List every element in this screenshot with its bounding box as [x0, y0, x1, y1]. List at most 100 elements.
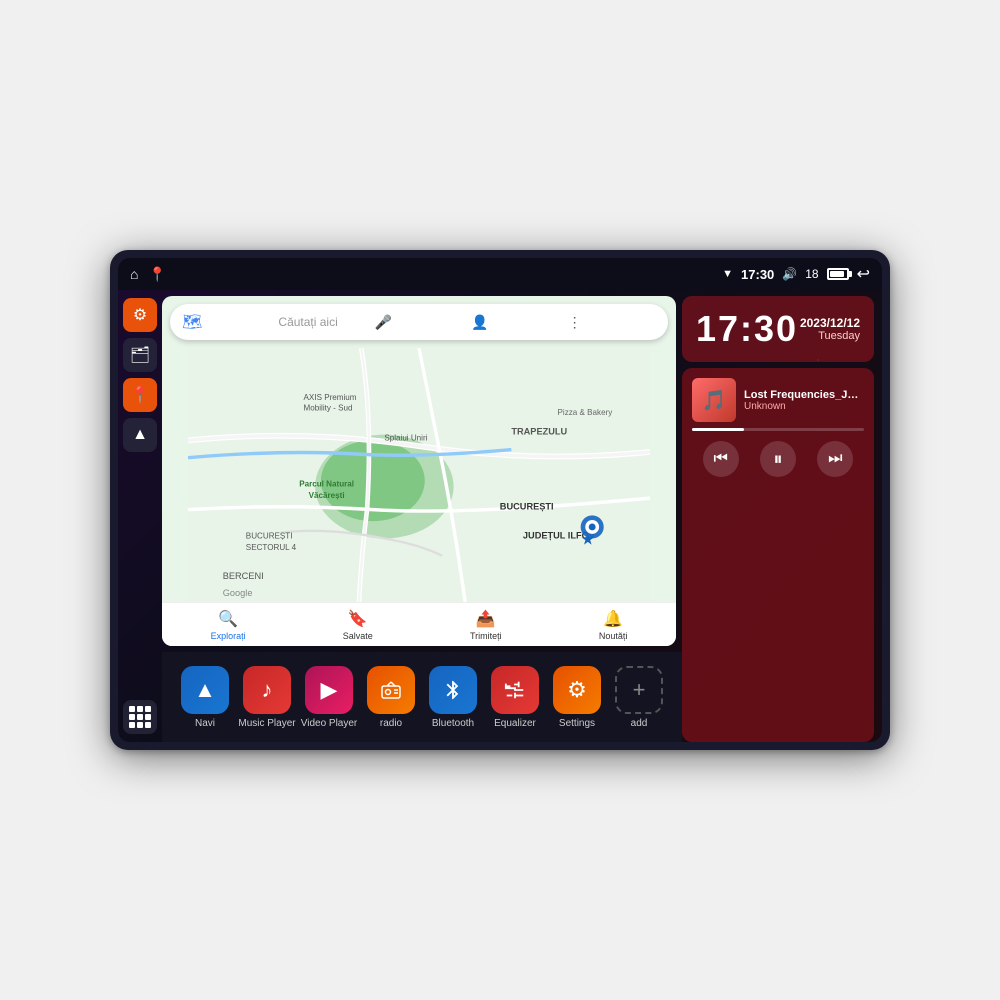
music-controls: ⏮ ⏸ ⏭	[692, 441, 864, 477]
svg-text:BUCUREȘTI: BUCUREȘTI	[500, 502, 554, 512]
right-panel: 17:30 2023/12/12 Tuesday 🎵 Lost Frequenc…	[682, 290, 882, 742]
radio-label: radio	[380, 718, 402, 729]
clock-widget: 17:30 2023/12/12 Tuesday	[682, 296, 874, 362]
svg-text:★: ★	[581, 530, 595, 548]
svg-text:Mobility - Sud: Mobility - Sud	[304, 403, 353, 412]
music-progress-fill	[692, 428, 744, 431]
next-icon: ⏭	[828, 450, 842, 468]
music-title: Lost Frequencies_Janie...	[744, 389, 864, 401]
status-time: 17:30	[741, 267, 774, 282]
send-label: Trimiteți	[470, 631, 502, 641]
device-shell: ⌂ 📍 ▼ 17:30 🔊 18 ↩ ⚙ 🗂	[110, 250, 890, 750]
app-bluetooth[interactable]: Bluetooth	[423, 666, 483, 729]
music-details: Lost Frequencies_Janie... Unknown	[744, 389, 864, 412]
folder-icon: 🗂	[130, 345, 150, 365]
svg-text:Splaiui Uniri: Splaiui Uniri	[384, 433, 427, 442]
app-music-player[interactable]: ♪ Music Player	[237, 666, 297, 729]
saved-label: Salvate	[343, 631, 373, 641]
next-button[interactable]: ⏭	[817, 441, 853, 477]
navi-label: Navi	[195, 718, 215, 729]
svg-text:Parcul Natural: Parcul Natural	[299, 480, 354, 489]
video-player-icon: ▶	[305, 666, 353, 714]
sidebar-nav-btn[interactable]: ▲	[123, 418, 157, 452]
equalizer-icon	[491, 666, 539, 714]
nav-arrow-icon: ▲	[132, 426, 148, 444]
app-equalizer[interactable]: Equalizer	[485, 666, 545, 729]
clock-date: 2023/12/12 Tuesday	[800, 316, 860, 342]
sidebar: ⚙ 🗂 📍 ▲	[118, 290, 162, 742]
app-video-player[interactable]: ▶ Video Player	[299, 666, 359, 729]
center-content: 🗺 Căutați aici 🎤 👤 ⋮	[162, 290, 682, 742]
add-icon: +	[615, 666, 663, 714]
battery-icon	[827, 268, 849, 280]
music-artist: Unknown	[744, 401, 864, 412]
back-icon[interactable]: ↩	[857, 264, 870, 284]
settings-label: Settings	[559, 718, 595, 729]
sidebar-folder-btn[interactable]: 🗂	[123, 338, 157, 372]
explore-icon: 🔍	[218, 609, 238, 629]
svg-text:TRAPEZULU: TRAPEZULU	[511, 427, 567, 437]
music-widget: 🎵 Lost Frequencies_Janie... Unknown ⏮	[682, 368, 874, 742]
map-tab-news[interactable]: 🔔 Noutăți	[599, 609, 628, 641]
status-left: ⌂ 📍	[130, 266, 166, 283]
map-svg: TRAPEZULU Pizza & Bakery Parcul Natural …	[162, 348, 676, 602]
location-pin-icon[interactable]: 📍	[148, 266, 165, 283]
video-player-label: Video Player	[301, 718, 358, 729]
radio-icon	[367, 666, 415, 714]
mic-icon[interactable]: 🎤	[375, 314, 463, 331]
map-pin-icon: 📍	[130, 385, 150, 405]
svg-text:BERCENI: BERCENI	[223, 571, 264, 581]
svg-text:BUCUREȘTI: BUCUREȘTI	[246, 532, 293, 541]
account-icon[interactable]: 👤	[471, 314, 559, 331]
add-label: add	[631, 718, 648, 729]
svg-text:Pizza & Bakery: Pizza & Bakery	[558, 408, 614, 417]
main-content: ⚙ 🗂 📍 ▲	[118, 290, 882, 742]
music-info: 🎵 Lost Frequencies_Janie... Unknown	[692, 378, 864, 422]
equalizer-label: Equalizer	[494, 718, 536, 729]
map-tab-saved[interactable]: 🔖 Salvate	[343, 609, 373, 641]
saved-icon: 🔖	[348, 609, 368, 629]
app-radio[interactable]: radio	[361, 666, 421, 729]
clock-day: Tuesday	[800, 330, 860, 342]
pause-button[interactable]: ⏸	[760, 441, 796, 477]
music-player-icon: ♪	[243, 666, 291, 714]
signal-icon: ▼	[722, 268, 733, 280]
app-dock: ▲ Navi ♪ Music Player ▶ Vid	[162, 652, 682, 742]
settings-icon: ⚙	[553, 666, 601, 714]
map-bottom-bar: 🔍 Explorați 🔖 Salvate 📤 Trimiteți �	[162, 602, 676, 646]
map-content: TRAPEZULU Pizza & Bakery Parcul Natural …	[162, 348, 676, 602]
sidebar-apps-btn[interactable]	[123, 700, 157, 734]
sidebar-settings-btn[interactable]: ⚙	[123, 298, 157, 332]
prev-button[interactable]: ⏮	[703, 441, 739, 477]
status-bar: ⌂ 📍 ▼ 17:30 🔊 18 ↩	[118, 258, 882, 290]
explore-label: Explorați	[211, 631, 246, 641]
map-tab-explore[interactable]: 🔍 Explorați	[211, 609, 246, 641]
prev-icon: ⏮	[713, 450, 727, 468]
app-add[interactable]: + add	[609, 666, 669, 729]
app-settings[interactable]: ⚙ Settings	[547, 666, 607, 729]
svg-text:SECTORUL 4: SECTORUL 4	[246, 543, 297, 552]
svg-text:Văcărești: Văcărești	[309, 491, 345, 500]
bluetooth-label: Bluetooth	[432, 718, 474, 729]
bluetooth-icon	[429, 666, 477, 714]
news-label: Noutăți	[599, 631, 628, 641]
clock-date-main: 2023/12/12	[800, 316, 860, 330]
send-icon: 📤	[476, 609, 496, 629]
map-search-bar[interactable]: 🗺 Căutați aici 🎤 👤 ⋮	[170, 304, 668, 340]
clock-time: 17:30	[696, 308, 798, 350]
app-navi[interactable]: ▲ Navi	[175, 666, 235, 729]
svg-text:Google: Google	[223, 588, 253, 598]
device-screen: ⌂ 📍 ▼ 17:30 🔊 18 ↩ ⚙ 🗂	[118, 258, 882, 742]
apps-grid-icon	[129, 706, 151, 728]
sidebar-map-btn[interactable]: 📍	[123, 378, 157, 412]
map-container[interactable]: 🗺 Căutați aici 🎤 👤 ⋮	[162, 296, 676, 646]
home-icon[interactable]: ⌂	[130, 266, 138, 282]
music-progress-track[interactable]	[692, 428, 864, 431]
pause-icon: ⏸	[773, 449, 782, 470]
battery-level: 18	[805, 267, 818, 281]
more-icon[interactable]: ⋮	[568, 314, 656, 331]
music-thumbnail: 🎵	[692, 378, 736, 422]
music-thumb-img: 🎵	[702, 388, 727, 413]
map-search-placeholder[interactable]: Căutați aici	[278, 315, 366, 329]
map-tab-send[interactable]: 📤 Trimiteți	[470, 609, 502, 641]
